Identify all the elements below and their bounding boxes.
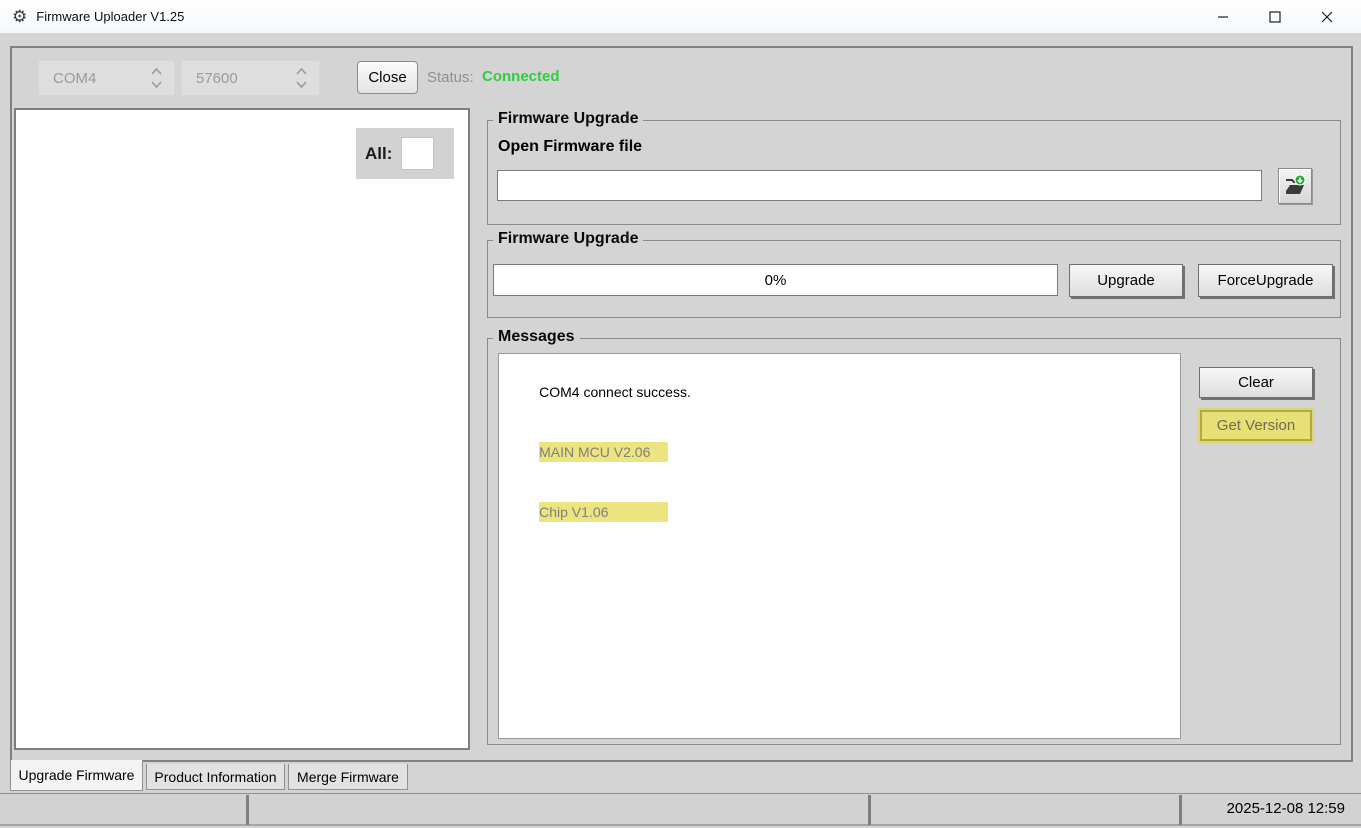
message-line-highlighted: MAIN MCU V2.06 bbox=[508, 422, 1180, 482]
messages-group: Messages COM4 connect success. MAIN MCU … bbox=[487, 328, 1341, 745]
open-firmware-file-label: Open Firmware file bbox=[498, 138, 643, 155]
status-value: Connected bbox=[482, 68, 560, 85]
firmware-upgrade-group-title: Firmware Upgrade bbox=[493, 230, 644, 248]
firmware-file-group-title: Firmware Upgrade bbox=[493, 110, 644, 128]
upgrade-progress-text: 0% bbox=[764, 271, 787, 289]
status-bar: 2025-12-08 12:59 bbox=[0, 793, 1361, 826]
get-version-button[interactable]: Get Version bbox=[1200, 410, 1312, 441]
statusbar-separator bbox=[868, 795, 871, 825]
title-bar: ⚙ Firmware Uploader V1.25 bbox=[0, 0, 1361, 33]
statusbar-separator bbox=[1179, 795, 1182, 825]
open-folder-icon bbox=[1286, 174, 1306, 194]
maximize-button[interactable] bbox=[1249, 0, 1301, 33]
messages-log[interactable]: COM4 connect success. MAIN MCU V2.06 Chi… bbox=[498, 353, 1181, 739]
statusbar-datetime: 2025-12-08 12:59 bbox=[1226, 800, 1345, 817]
com-port-select[interactable]: COM4 bbox=[38, 60, 175, 96]
baud-rate-select[interactable]: 57600 bbox=[181, 60, 320, 96]
device-list-panel[interactable] bbox=[14, 108, 470, 750]
upgrade-progress-bar: 0% bbox=[493, 264, 1058, 296]
force-upgrade-button[interactable]: ForceUpgrade bbox=[1198, 264, 1333, 297]
message-line: COM4 connect success. bbox=[539, 384, 691, 400]
status-label: Status: bbox=[427, 69, 474, 86]
chevron-updown-icon bbox=[296, 67, 307, 89]
firmware-file-group: Firmware Upgrade Open Firmware file bbox=[487, 110, 1341, 225]
message-line-highlighted: Chip V1.06 bbox=[508, 482, 1180, 542]
minimize-button[interactable] bbox=[1197, 0, 1249, 33]
messages-group-title: Messages bbox=[493, 328, 580, 346]
close-port-button[interactable]: Close bbox=[357, 61, 418, 94]
select-all-block: All: bbox=[356, 128, 454, 179]
window-controls bbox=[1197, 0, 1353, 33]
browse-file-button[interactable] bbox=[1278, 168, 1312, 204]
firmware-file-path-input[interactable] bbox=[497, 170, 1262, 201]
close-window-button[interactable] bbox=[1301, 0, 1353, 33]
tab-upgrade-firmware[interactable]: Upgrade Firmware bbox=[10, 760, 143, 791]
select-all-checkbox[interactable] bbox=[401, 137, 435, 170]
com-port-value: COM4 bbox=[53, 69, 97, 87]
minimize-icon bbox=[1218, 15, 1228, 18]
firmware-upgrade-group: Firmware Upgrade 0% Upgrade ForceUpgrade bbox=[487, 230, 1341, 318]
select-all-label: All: bbox=[365, 143, 393, 163]
chevron-updown-icon bbox=[151, 67, 162, 89]
app-window: ⚙ Firmware Uploader V1.25 COM4 57600 Clo… bbox=[0, 0, 1361, 828]
baud-rate-value: 57600 bbox=[196, 69, 238, 87]
clear-button[interactable]: Clear bbox=[1199, 367, 1313, 398]
tab-product-information[interactable]: Product Information bbox=[146, 764, 285, 790]
close-icon bbox=[1321, 11, 1333, 22]
gear-icon: ⚙ bbox=[12, 7, 28, 26]
window-title: Firmware Uploader V1.25 bbox=[36, 9, 185, 24]
tab-merge-firmware[interactable]: Merge Firmware bbox=[288, 764, 408, 790]
maximize-icon bbox=[1269, 10, 1281, 23]
upgrade-button[interactable]: Upgrade bbox=[1069, 264, 1183, 297]
statusbar-separator bbox=[246, 795, 249, 825]
